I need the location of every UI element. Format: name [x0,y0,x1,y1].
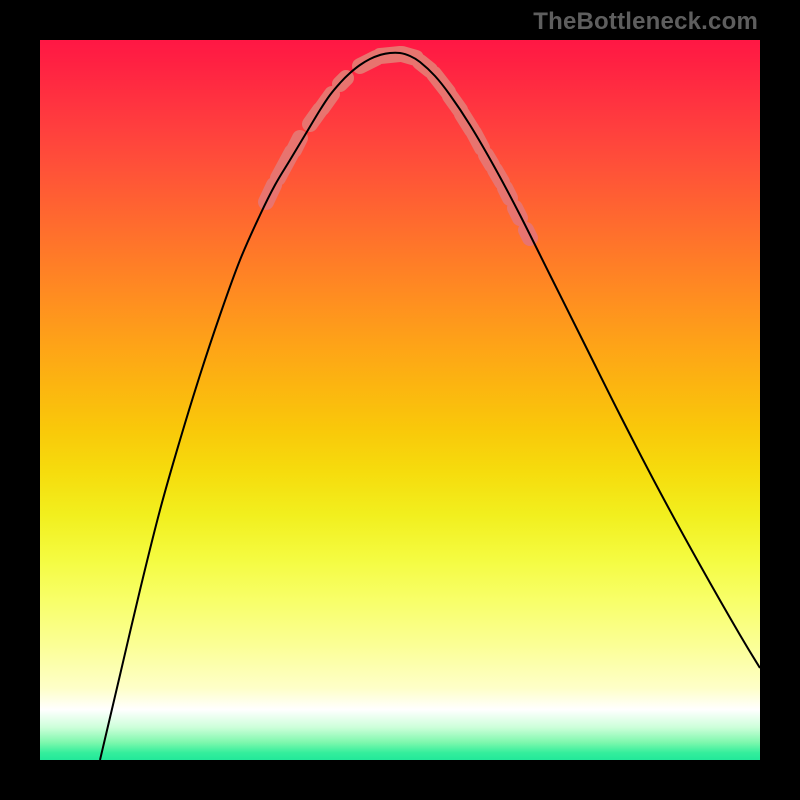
plot-area [40,40,760,760]
gradient-background [40,40,760,760]
plot-svg [40,40,760,760]
chart-frame: TheBottleneck.com [0,0,800,800]
watermark-text: TheBottleneck.com [533,8,758,36]
